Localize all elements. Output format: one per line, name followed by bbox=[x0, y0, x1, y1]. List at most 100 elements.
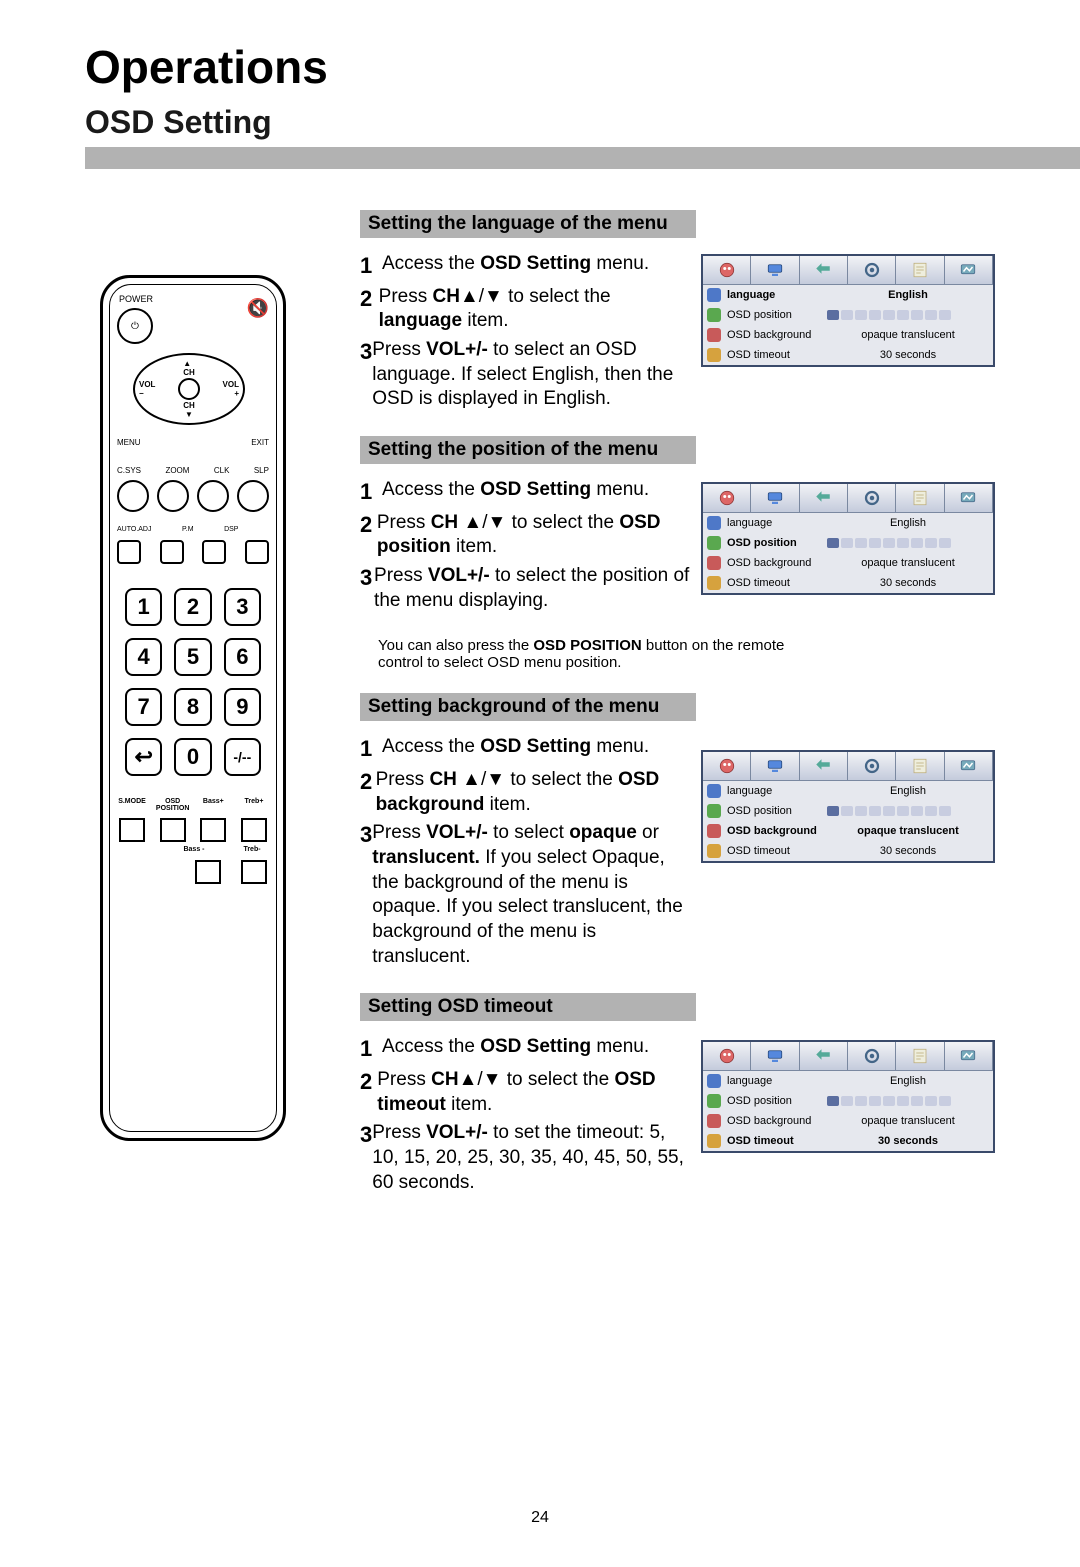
osd-menu-preview-1: languageEnglishOSD positionOSD backgroun… bbox=[701, 482, 995, 595]
osd-row-OSD-position: OSD position bbox=[703, 305, 993, 325]
osd-row-OSD-background: OSD backgroundopaque translucent bbox=[703, 325, 993, 345]
osd-tab-2 bbox=[800, 1042, 848, 1070]
osd-row-OSD-position: OSD position bbox=[703, 1091, 993, 1111]
osd-row-icon bbox=[707, 1114, 721, 1128]
key-4: 4 bbox=[125, 638, 162, 676]
osd-tab-3 bbox=[848, 256, 896, 284]
osd-tab-3 bbox=[848, 752, 896, 780]
section-header-3: Setting OSD timeout bbox=[360, 993, 696, 1021]
row3-buttons bbox=[103, 540, 283, 564]
osd-tab-1 bbox=[751, 484, 799, 512]
keypad: 123456789↩0-/-- bbox=[103, 588, 283, 776]
osd-tabs bbox=[703, 1042, 993, 1071]
osd-row-language: languageEnglish bbox=[703, 1071, 993, 1091]
osd-tab-4 bbox=[896, 752, 944, 780]
key-6: 6 bbox=[224, 638, 261, 676]
osd-row-OSD-position: OSD position bbox=[703, 801, 993, 821]
bottom-row2-labels: Bass -Treb- bbox=[103, 846, 283, 853]
bottom-row1-labels: S.MODEOSD POSITIONBass+Treb+ bbox=[103, 798, 283, 812]
osd-row-icon bbox=[707, 348, 721, 362]
osd-row-icon bbox=[707, 536, 721, 550]
osd-tab-0 bbox=[703, 484, 751, 512]
osd-tab-3 bbox=[848, 484, 896, 512]
row3-labels: AUTO.ADJP.MDSP bbox=[103, 526, 283, 533]
osd-row-OSD-position: OSD position bbox=[703, 533, 993, 553]
osd-tab-4 bbox=[896, 484, 944, 512]
osd-tab-5 bbox=[945, 1042, 993, 1070]
menu-exit-row: MENUEXIT bbox=[103, 438, 283, 447]
osd-tab-0 bbox=[703, 256, 751, 284]
osd-menu-preview-2: languageEnglishOSD positionOSD backgroun… bbox=[701, 750, 995, 863]
osd-row-icon bbox=[707, 844, 721, 858]
osd-tab-1 bbox=[751, 752, 799, 780]
key-return: ↩ bbox=[125, 738, 162, 776]
osd-row-icon bbox=[707, 1074, 721, 1088]
note: You can also press the OSD POSITION butt… bbox=[378, 637, 798, 671]
osd-tab-0 bbox=[703, 1042, 751, 1070]
osd-row-OSD-timeout: OSD timeout30 seconds bbox=[703, 345, 993, 365]
osd-tab-5 bbox=[945, 484, 993, 512]
osd-row-OSD-timeout: OSD timeout30 seconds bbox=[703, 841, 993, 861]
key-0: 0 bbox=[174, 738, 211, 776]
section-header-0: Setting the language of the menu bbox=[360, 210, 696, 238]
osd-row-icon bbox=[707, 328, 721, 342]
osd-menu-preview-0: languageEnglishOSD positionOSD backgroun… bbox=[701, 254, 995, 367]
osd-tab-2 bbox=[800, 484, 848, 512]
key-5: 5 bbox=[174, 638, 211, 676]
osd-row-icon bbox=[707, 308, 721, 322]
osd-menu-preview-3: languageEnglishOSD positionOSD backgroun… bbox=[701, 1040, 995, 1153]
section-header-2: Setting background of the menu bbox=[360, 693, 696, 721]
osd-tab-4 bbox=[896, 1042, 944, 1070]
osd-tab-4 bbox=[896, 256, 944, 284]
page-number: 24 bbox=[531, 1509, 549, 1527]
steps: 1Access the OSD Setting menu.2Press CH ▲… bbox=[360, 735, 690, 969]
osd-row-OSD-background: OSD backgroundopaque translucent bbox=[703, 821, 993, 841]
osd-row-icon bbox=[707, 576, 721, 590]
osd-row-language: languageEnglish bbox=[703, 285, 993, 305]
key-9: 9 bbox=[224, 688, 261, 726]
section-header-1: Setting the position of the menu bbox=[360, 436, 696, 464]
osd-tabs bbox=[703, 484, 993, 513]
osd-row-OSD-background: OSD backgroundopaque translucent bbox=[703, 553, 993, 573]
osd-tab-5 bbox=[945, 752, 993, 780]
osd-tab-1 bbox=[751, 1042, 799, 1070]
section-subtitle: OSD Setting bbox=[85, 104, 1080, 141]
bottom-row1-buttons bbox=[103, 818, 283, 842]
osd-tabs bbox=[703, 752, 993, 781]
power-button-icon: ⏻ bbox=[117, 308, 153, 344]
steps: 1Access the OSD Setting menu.2Press CH▲/… bbox=[360, 252, 690, 412]
section-divider bbox=[85, 147, 1080, 169]
osd-tab-2 bbox=[800, 752, 848, 780]
osd-row-icon bbox=[707, 288, 721, 302]
key-3: 3 bbox=[224, 588, 261, 626]
row2-buttons bbox=[103, 480, 283, 512]
osd-row-language: languageEnglish bbox=[703, 513, 993, 533]
steps: 1Access the OSD Setting menu.2Press CH ▲… bbox=[360, 478, 690, 613]
row2-labels: C.SYSZOOMCLKSLP bbox=[103, 466, 283, 475]
osd-row-OSD-timeout: OSD timeout30 seconds bbox=[703, 1131, 993, 1151]
osd-row-icon bbox=[707, 556, 721, 570]
osd-tab-3 bbox=[848, 1042, 896, 1070]
power-label: POWER bbox=[119, 294, 153, 304]
page-title: Operations bbox=[85, 40, 1080, 94]
nav-pad: ▲CH CH▼ VOL − VOL + bbox=[133, 353, 245, 425]
osd-row-OSD-background: OSD backgroundopaque translucent bbox=[703, 1111, 993, 1131]
bottom-row2-buttons bbox=[103, 860, 283, 884]
osd-row-icon bbox=[707, 804, 721, 818]
osd-row-icon bbox=[707, 824, 721, 838]
osd-tab-2 bbox=[800, 256, 848, 284]
osd-row-icon bbox=[707, 1094, 721, 1108]
osd-row-icon bbox=[707, 1134, 721, 1148]
key-2: 2 bbox=[174, 588, 211, 626]
osd-row-language: languageEnglish bbox=[703, 781, 993, 801]
osd-row-icon bbox=[707, 516, 721, 530]
osd-tab-5 bbox=[945, 256, 993, 284]
remote-diagram: POWER ⏻ 🔇 ▲CH CH▼ VOL − VOL + MENUEXIT C… bbox=[100, 275, 286, 1141]
osd-tab-1 bbox=[751, 256, 799, 284]
key-8: 8 bbox=[174, 688, 211, 726]
mute-icon: 🔇 bbox=[247, 298, 269, 319]
key-dash: -/-- bbox=[224, 738, 261, 776]
osd-row-OSD-timeout: OSD timeout30 seconds bbox=[703, 573, 993, 593]
steps: 1Access the OSD Setting menu.2Press CH▲/… bbox=[360, 1035, 690, 1195]
key-7: 7 bbox=[125, 688, 162, 726]
